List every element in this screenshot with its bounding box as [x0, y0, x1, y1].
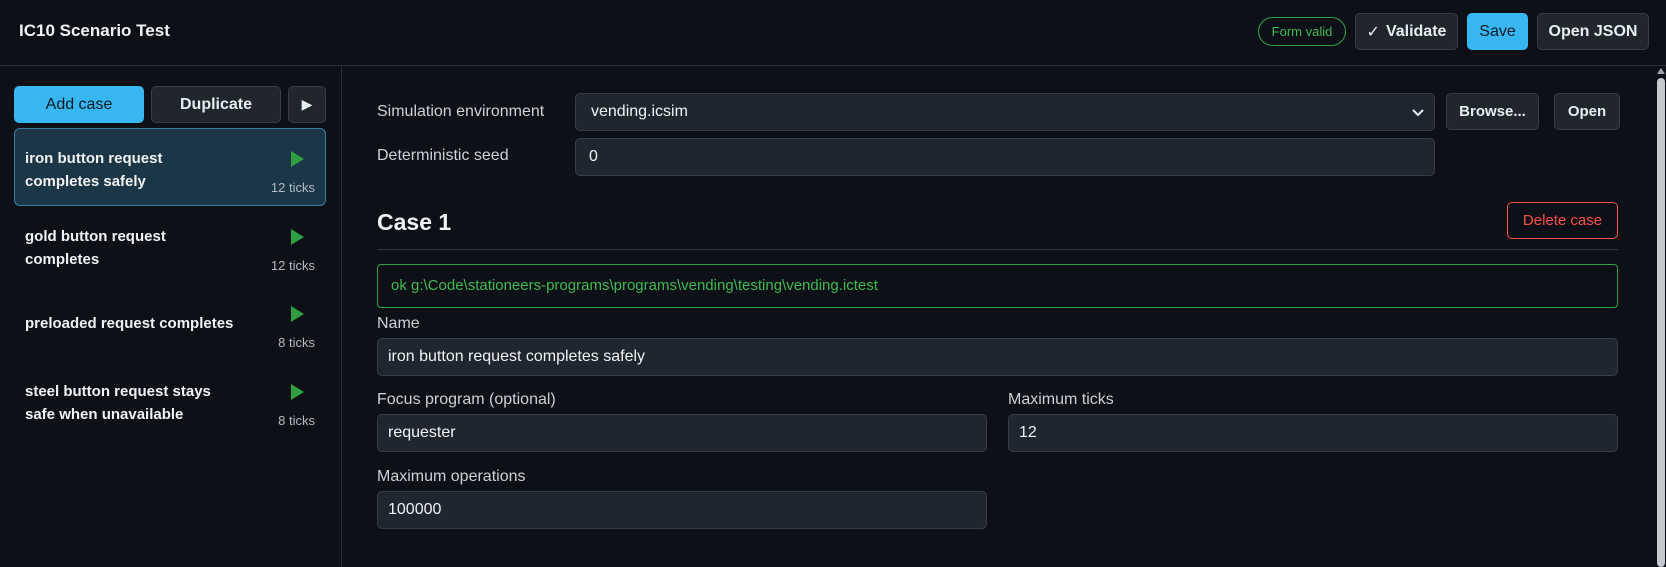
case-ticks: 8 ticks — [278, 413, 315, 428]
run-case-play-icon[interactable] — [291, 229, 304, 245]
focus-program-label: Focus program (optional) — [377, 391, 556, 408]
checkmark-icon: ✓ — [1366, 23, 1380, 41]
deterministic-seed-label: Deterministic seed — [377, 147, 509, 164]
case-title: steel button request stays safe when una… — [25, 383, 211, 423]
case-list-item[interactable]: steel button request stays safe when una… — [14, 361, 326, 439]
duplicate-button[interactable]: Duplicate — [151, 86, 281, 123]
run-case-play-icon[interactable] — [291, 151, 304, 167]
open-json-button[interactable]: Open JSON — [1537, 13, 1649, 50]
case-ticks: 12 ticks — [270, 258, 315, 273]
add-case-button[interactable]: Add case — [14, 86, 144, 123]
scrollbar[interactable] — [1656, 66, 1666, 567]
delete-case-button[interactable]: Delete case — [1507, 202, 1618, 239]
play-icon: ▶ — [301, 96, 313, 112]
app-header: IC10 Scenario Test Form valid ✓ Validate… — [0, 0, 1666, 66]
validation-status: ok g:\Code\stationeers-programs\programs… — [377, 264, 1618, 308]
maximum-operations-input[interactable]: 100000 — [377, 491, 987, 529]
case-list-item[interactable]: preloaded request completes 8 ticks — [14, 283, 326, 361]
case-title: gold button request completes — [25, 228, 166, 268]
simulation-environment-select[interactable]: vending.icsim — [575, 93, 1435, 131]
case-ticks: 8 ticks — [278, 335, 315, 350]
name-input[interactable]: iron button request completes safely — [377, 338, 1618, 376]
maximum-ticks-input[interactable]: 12 — [1008, 414, 1618, 452]
browse-button[interactable]: Browse... — [1446, 93, 1539, 130]
case-sidebar: Add case Duplicate ▶ iron button request… — [0, 66, 342, 567]
case-editor: Simulation environment vending.icsim Bro… — [342, 66, 1648, 567]
run-case-play-icon[interactable] — [291, 306, 304, 322]
deterministic-seed-input[interactable]: 0 — [575, 138, 1435, 176]
open-button[interactable]: Open — [1554, 93, 1620, 130]
form-valid-badge: Form valid — [1258, 17, 1346, 46]
simulation-environment-value: vending.icsim — [591, 103, 688, 120]
save-button[interactable]: Save — [1467, 13, 1528, 50]
case-heading: Case 1 — [377, 209, 452, 235]
run-all-button[interactable]: ▶ — [288, 86, 326, 123]
case-title: iron button request completes safely — [25, 150, 163, 190]
app-title: IC10 Scenario Test — [19, 21, 170, 40]
focus-program-input[interactable]: requester — [377, 414, 987, 452]
case-list-item[interactable]: iron button request completes safely 12 … — [14, 128, 326, 206]
name-label: Name — [377, 315, 420, 332]
validate-button[interactable]: ✓ Validate — [1355, 13, 1458, 50]
case-title: preloaded request completes — [25, 315, 234, 332]
maximum-operations-label: Maximum operations — [377, 468, 526, 485]
case-ticks: 12 ticks — [270, 180, 315, 195]
validate-label: Validate — [1385, 22, 1447, 40]
maximum-ticks-label: Maximum ticks — [1008, 391, 1114, 408]
scrollbar-thumb[interactable] — [1657, 78, 1665, 567]
divider — [377, 249, 1618, 250]
scroll-up-arrow-icon[interactable] — [1657, 68, 1665, 74]
case-list-item[interactable]: gold button request completes 12 ticks — [14, 206, 326, 284]
simulation-environment-label: Simulation environment — [377, 103, 545, 120]
run-case-play-icon[interactable] — [291, 384, 304, 400]
